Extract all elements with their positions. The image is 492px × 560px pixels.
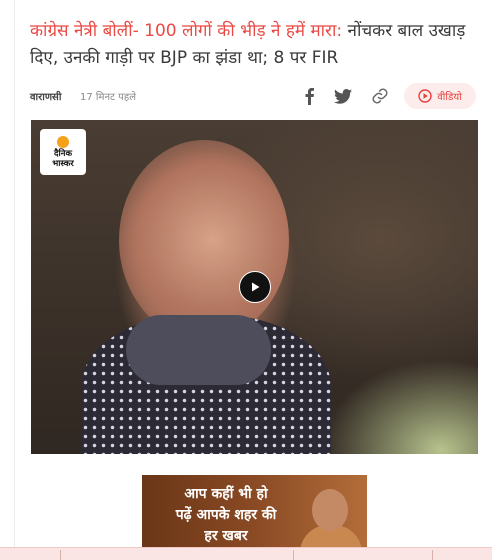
play-icon — [252, 282, 260, 292]
city-label[interactable]: वाराणसी — [30, 89, 61, 103]
twitter-icon — [334, 88, 352, 104]
link-icon — [372, 88, 388, 104]
play-button[interactable] — [239, 271, 271, 303]
logo-line-2: भास्कर — [52, 158, 74, 169]
headline-highlight: कांग्रेस नेत्री बोलीं- 100 लोगों की भीड़… — [30, 21, 343, 41]
facebook-icon — [305, 88, 314, 105]
video-button-label: वीडियो — [437, 92, 462, 103]
ad-copy: आप कहीं भी हो पढ़ें आपके शहर की हर खबर — [156, 484, 296, 547]
timestamp: 17 मिनट पहले — [80, 92, 137, 103]
article-headline[interactable]: कांग्रेस नेत्री बोलीं- 100 लोगों की भीड़… — [30, 18, 485, 72]
logo-line-1: दैनिक — [54, 148, 72, 159]
ad-line-2: पढ़ें आपके शहर की — [175, 507, 277, 523]
blurred-face — [119, 140, 289, 340]
facebook-share-icon[interactable] — [298, 85, 320, 107]
ad-line-1: आप कहीं भी हो — [184, 486, 268, 502]
video-button[interactable]: वीडियो — [404, 83, 476, 109]
dainik-bhaskar-logo: दैनिक भास्कर — [40, 129, 86, 175]
ad-person-head — [312, 489, 348, 531]
article-meta-row: वाराणसी 17 मिनट पहले वीडियो — [30, 83, 480, 111]
bottom-nav-bar[interactable] — [0, 547, 492, 560]
video-player[interactable]: दैनिक भास्कर — [31, 120, 478, 454]
content-left-rule — [14, 0, 15, 548]
twitter-share-icon[interactable] — [332, 85, 354, 107]
face-mask — [126, 315, 271, 385]
logo-sun-icon — [57, 135, 69, 148]
copy-link-icon[interactable] — [369, 85, 391, 107]
ad-line-3: हर खबर — [204, 528, 248, 544]
play-circle-icon — [418, 89, 432, 103]
